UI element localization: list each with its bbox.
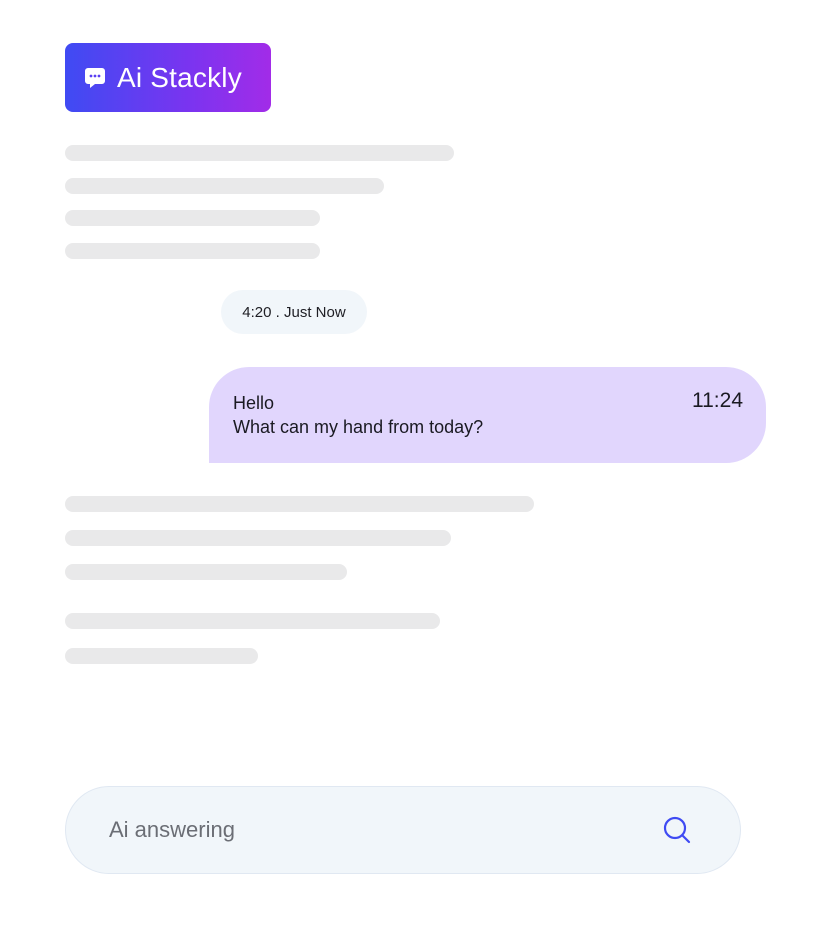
skeleton-line: [65, 530, 451, 546]
brand-logo: Ai Stackly: [65, 43, 271, 112]
skeleton-line: [65, 210, 320, 226]
search-button[interactable]: [660, 813, 694, 847]
chat-bubble-icon: [83, 66, 107, 90]
message-timestamp: 4:20 . Just Now: [221, 290, 367, 334]
user-message-bubble: Hello What can my hand from today? 11:24: [209, 367, 766, 463]
skeleton-line: [65, 564, 347, 580]
skeleton-line: [65, 243, 320, 259]
brand-name: Ai Stackly: [117, 61, 242, 93]
message-text: What can my hand from today?: [233, 417, 484, 437]
skeleton-line: [65, 648, 258, 664]
skeleton-line: [65, 178, 384, 194]
message-time: 11:24: [692, 389, 743, 412]
skeleton-line: [65, 613, 440, 629]
search-icon: [663, 816, 691, 844]
composer-bar: [65, 786, 741, 874]
skeleton-line: [65, 496, 534, 512]
skeleton-line: [65, 145, 454, 161]
message-greeting: Hello: [233, 393, 275, 413]
prompt-input[interactable]: [109, 787, 629, 873]
